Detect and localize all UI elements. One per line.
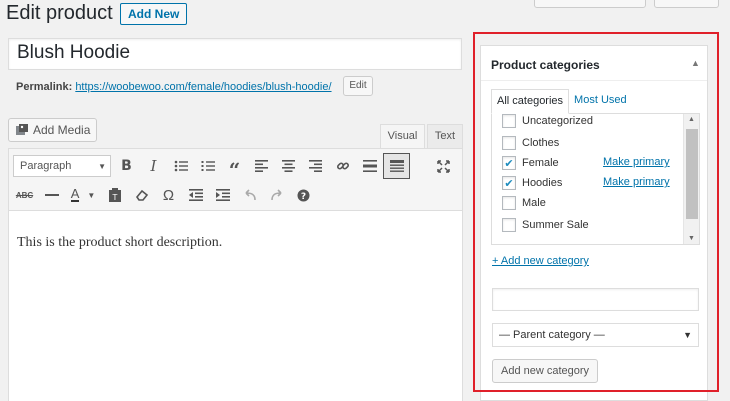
category-label: Summer Sale (522, 219, 589, 231)
list-item[interactable]: Summer Sale (502, 216, 589, 234)
scroll-up-icon[interactable]: ▲ (688, 116, 695, 123)
format-select[interactable]: Paragraph ▼ (13, 155, 111, 177)
strikethrough-icon[interactable]: ABC (11, 182, 38, 208)
checkbox[interactable] (502, 114, 516, 128)
help-icon[interactable]: ? (290, 182, 317, 208)
scrollbar[interactable]: ▲ ▼ (683, 114, 699, 244)
collapse-arrow-icon[interactable]: ▲ (691, 58, 700, 68)
text-color-icon[interactable]: A ▼ (65, 182, 101, 208)
toolbar-toggle-icon[interactable] (383, 153, 410, 179)
editor-toolbar: Paragraph ▼ B I “ ABC A ▼ T Ω ? (8, 148, 463, 211)
product-title-input[interactable]: Blush Hoodie (8, 38, 462, 70)
numbered-list-icon[interactable] (194, 153, 221, 179)
scrollbar-thumb[interactable] (686, 129, 698, 219)
parent-select-value: — Parent category — (499, 329, 605, 341)
permalink-label: Permalink: (16, 81, 73, 93)
tab-visual[interactable]: Visual (380, 124, 425, 149)
add-new-category-button[interactable]: Add new category (492, 359, 599, 383)
undo-icon[interactable] (236, 182, 263, 208)
category-label: Clothes (522, 137, 560, 149)
svg-text:T: T (111, 193, 117, 202)
checkbox-checked[interactable]: ✔ (502, 156, 516, 170)
media-icon (15, 123, 29, 137)
checkbox[interactable] (502, 136, 516, 150)
add-new-category-link[interactable]: + Add new category (492, 255, 589, 267)
permalink-url[interactable]: https://woobewoo.com/female/hoodies/blus… (75, 81, 331, 93)
category-tabs: All categories Most Used (491, 89, 632, 114)
tab-most-used[interactable]: Most Used (569, 89, 632, 114)
align-right-icon[interactable] (302, 153, 329, 179)
paste-text-icon[interactable]: T (101, 182, 128, 208)
add-media-label: Add Media (33, 123, 91, 137)
svg-text:?: ? (301, 192, 306, 202)
make-primary-link[interactable]: Make primary (603, 176, 670, 188)
redo-icon[interactable] (263, 182, 290, 208)
toolbar-row-1: Paragraph ▼ B I “ (9, 151, 457, 181)
bold-icon[interactable]: B (113, 153, 140, 179)
list-item[interactable]: ✔ Female (502, 154, 559, 172)
format-select-value: Paragraph (20, 160, 72, 172)
chevron-down-icon: ▼ (98, 161, 106, 171)
tab-text[interactable]: Text (427, 124, 463, 149)
new-category-input[interactable] (492, 288, 699, 311)
product-categories-panel: Product categories ▲ All categories Most… (480, 45, 708, 401)
align-left-icon[interactable] (248, 153, 275, 179)
top-button-1[interactable] (534, 0, 646, 8)
parent-category-select[interactable]: — Parent category — ▼ (492, 323, 699, 347)
editor-content[interactable]: This is the product short description. (8, 211, 463, 401)
list-item[interactable]: Uncategorized (502, 114, 593, 130)
horizontal-rule-icon[interactable] (356, 153, 383, 179)
horizontal-line-icon[interactable] (38, 182, 65, 208)
checkbox[interactable] (502, 218, 516, 232)
category-label: Hoodies (522, 177, 563, 189)
fullscreen-icon[interactable] (430, 153, 457, 179)
outdent-icon[interactable] (182, 182, 209, 208)
list-item[interactable]: Clothes (502, 134, 559, 152)
add-new-button[interactable]: Add New (120, 3, 188, 25)
add-media-button[interactable]: Add Media (8, 118, 98, 142)
category-label: Male (522, 197, 546, 209)
chevron-down-icon: ▼ (683, 330, 692, 340)
toolbar-row-2: ABC A ▼ T Ω ? (9, 180, 317, 210)
page-title: Edit product (6, 2, 113, 24)
indent-icon[interactable] (209, 182, 236, 208)
special-character-icon[interactable]: Ω (155, 182, 182, 208)
category-label: Female (522, 157, 559, 169)
category-label: Uncategorized (522, 115, 593, 127)
category-checklist: Uncategorized Clothes ✔ Female Make prim… (491, 113, 700, 245)
link-icon[interactable] (329, 153, 356, 179)
bullet-list-icon[interactable] (167, 153, 194, 179)
list-item[interactable]: Male (502, 194, 546, 212)
list-item[interactable]: ✔ Hoodies (502, 174, 562, 192)
scroll-down-icon[interactable]: ▼ (688, 235, 695, 242)
permalink: Permalink: https://woobewoo.com/female/h… (16, 81, 332, 93)
panel-divider (481, 80, 707, 81)
edit-permalink-button[interactable]: Edit (343, 76, 373, 96)
clear-format-icon[interactable] (128, 182, 155, 208)
make-primary-link[interactable]: Make primary (603, 156, 670, 168)
panel-title: Product categories (491, 58, 600, 72)
blockquote-icon[interactable]: “ (221, 153, 248, 180)
top-button-2[interactable] (654, 0, 719, 8)
tab-all-categories[interactable]: All categories (491, 89, 570, 114)
italic-icon[interactable]: I (140, 153, 167, 179)
checkbox[interactable] (502, 196, 516, 210)
align-center-icon[interactable] (275, 153, 302, 179)
checkbox-checked[interactable]: ✔ (502, 176, 516, 190)
